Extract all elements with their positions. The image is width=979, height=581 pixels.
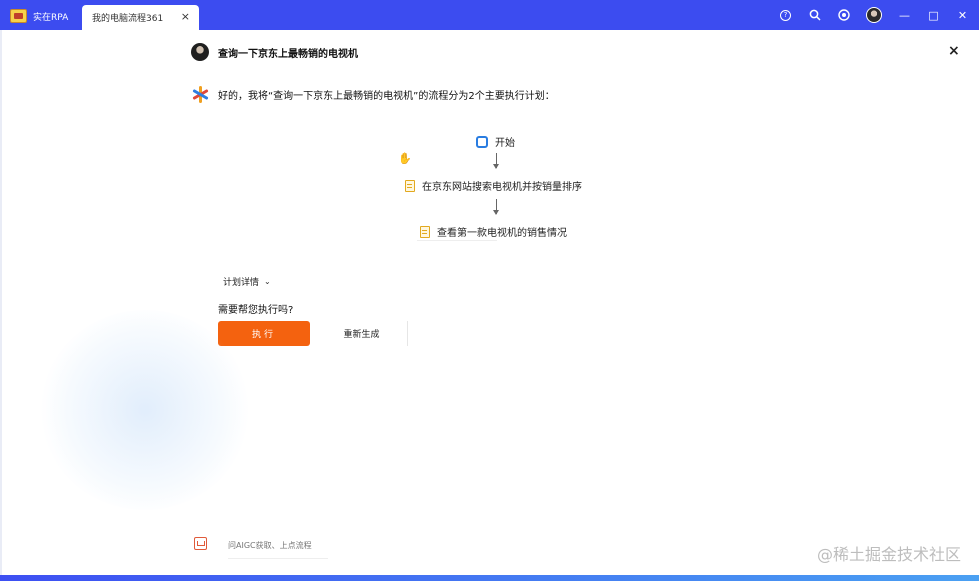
divider xyxy=(417,240,497,241)
flow-start-label: 开始 xyxy=(495,138,515,149)
document-tab[interactable]: 我的电脑流程361 × xyxy=(82,5,199,30)
chat-input[interactable] xyxy=(228,534,788,556)
flow-step-1-label: 在京东网站搜索电视机并按销量排序 xyxy=(422,182,582,193)
watermark: @稀土掘金技术社区 xyxy=(816,545,961,564)
document-icon xyxy=(420,225,430,238)
app-name: 实在RPA xyxy=(33,12,69,23)
tab-close-icon[interactable]: × xyxy=(181,10,190,23)
hand-cursor-icon: ✋ xyxy=(398,152,412,165)
answer-text: 好的，我将“查询一下京东上最畅销的电视机”的流程分为2个主要执行计划： xyxy=(218,91,555,102)
execute-prompt: 需要帮您执行吗? xyxy=(218,305,294,316)
flow-arrow xyxy=(493,199,499,215)
plan-details-toggle[interactable]: 计划详情 ⌄ xyxy=(223,275,271,288)
document-icon xyxy=(405,179,415,192)
app-tab[interactable]: 实在RPA xyxy=(10,6,68,26)
plan-details-label: 计划详情 xyxy=(223,278,260,288)
titlebar-controls: ? — □ ✕ xyxy=(779,0,969,30)
bottom-edge xyxy=(0,575,979,581)
flow-arrow xyxy=(493,153,499,169)
record-icon[interactable] xyxy=(837,9,850,22)
user-question: 查询一下京东上最畅销的电视机 xyxy=(191,43,358,61)
close-window-icon[interactable]: ✕ xyxy=(956,9,969,22)
flow-step-2-label: 查看第一款电视机的销售情况 xyxy=(437,228,567,239)
toolbox-icon[interactable] xyxy=(194,537,207,550)
title-bar: 实在RPA 我的电脑流程361 × ? — □ ✕ xyxy=(0,0,979,30)
flow-step-2[interactable]: 查看第一款电视机的销售情况 xyxy=(420,224,567,239)
document-tab-label: 我的电脑流程361 xyxy=(92,14,164,24)
input-divider xyxy=(228,558,328,559)
app-logo-icon xyxy=(10,9,27,23)
assistant-logo-icon xyxy=(191,85,210,104)
help-icon[interactable]: ? xyxy=(779,9,792,22)
user-avatar xyxy=(191,43,209,61)
regenerate-button[interactable]: 重新生成 xyxy=(316,321,408,346)
chevron-down-icon: ⌄ xyxy=(264,277,271,286)
flow-step-1[interactable]: 在京东网站搜索电视机并按销量排序 xyxy=(405,178,582,193)
flow-start-node: 开始 xyxy=(476,134,515,149)
execute-button[interactable]: 执行 xyxy=(218,321,310,346)
avatar[interactable] xyxy=(866,7,882,23)
start-icon xyxy=(476,135,488,148)
search-icon[interactable] xyxy=(808,9,821,22)
question-text: 查询一下京东上最畅销的电视机 xyxy=(218,48,358,60)
minimize-icon[interactable]: — xyxy=(898,9,911,22)
left-divider xyxy=(0,30,2,581)
close-panel-icon[interactable]: × xyxy=(948,43,960,59)
background-glow xyxy=(40,310,250,510)
maximize-icon[interactable]: □ xyxy=(927,9,940,22)
assistant-answer: 好的，我将“查询一下京东上最畅销的电视机”的流程分为2个主要执行计划： xyxy=(191,85,555,104)
